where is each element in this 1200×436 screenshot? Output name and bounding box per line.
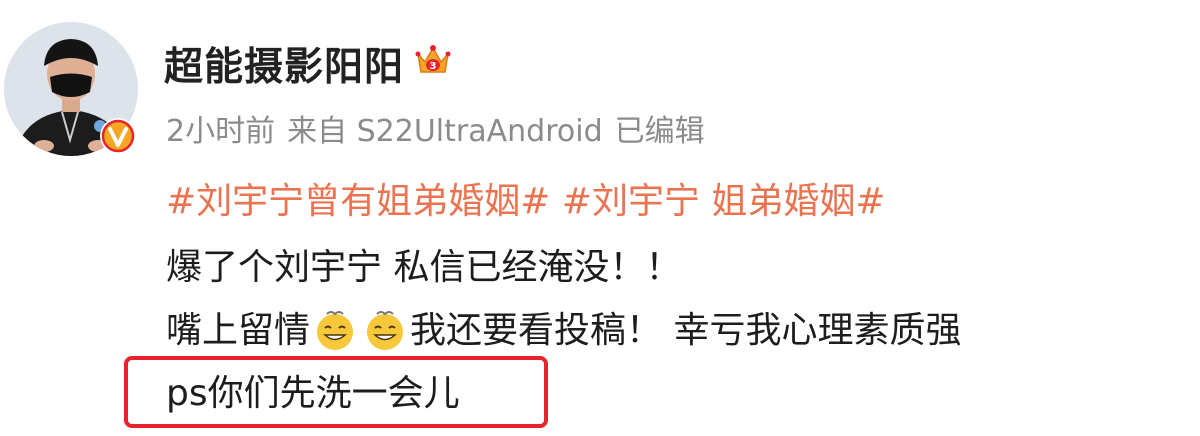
crown-member-icon[interactable]: 3 (412, 40, 454, 82)
post-source: 来自 S22UltraAndroid (287, 114, 603, 149)
post-text-line: 嘴上留情 我还要看投稿！ 幸亏我心理素质强 (166, 308, 961, 353)
username[interactable]: 超能摄影阳阳 (164, 36, 404, 92)
level-number: 3 (430, 61, 437, 72)
post-meta: 2小时前 来自 S22UltraAndroid 已编辑 (166, 106, 717, 150)
hashtag-link[interactable]: #刘宇宁 姐弟婚姻# (562, 181, 886, 222)
weibo-post: 超能摄影阳阳 3 2小时前 来自 S22UltraAndroid 已编辑 #刘宇宁曾… (0, 0, 1200, 436)
dizzy-grin-emoji-icon (367, 311, 404, 350)
red-highlight-box (124, 356, 548, 428)
post-text-line: 爆了个刘宇宁 私信已经淹没！！ (166, 247, 682, 288)
hashtag-line: #刘宇宁曾有姐弟婚姻# #刘宇宁 姐弟婚姻# (166, 180, 886, 224)
verified-v-icon (100, 118, 136, 154)
dizzy-grin-emoji-icon (317, 311, 354, 350)
hashtag-link[interactable]: #刘宇宁曾有姐弟婚姻# (166, 181, 550, 222)
post-text-segment: 嘴上留情 (166, 310, 311, 351)
edited-label[interactable]: 已编辑 (615, 114, 705, 149)
avatar[interactable] (4, 22, 138, 156)
post-text-segment: 我还要看投稿！ 幸亏我心理素质强 (410, 310, 962, 351)
post-time[interactable]: 2小时前 (166, 114, 275, 149)
